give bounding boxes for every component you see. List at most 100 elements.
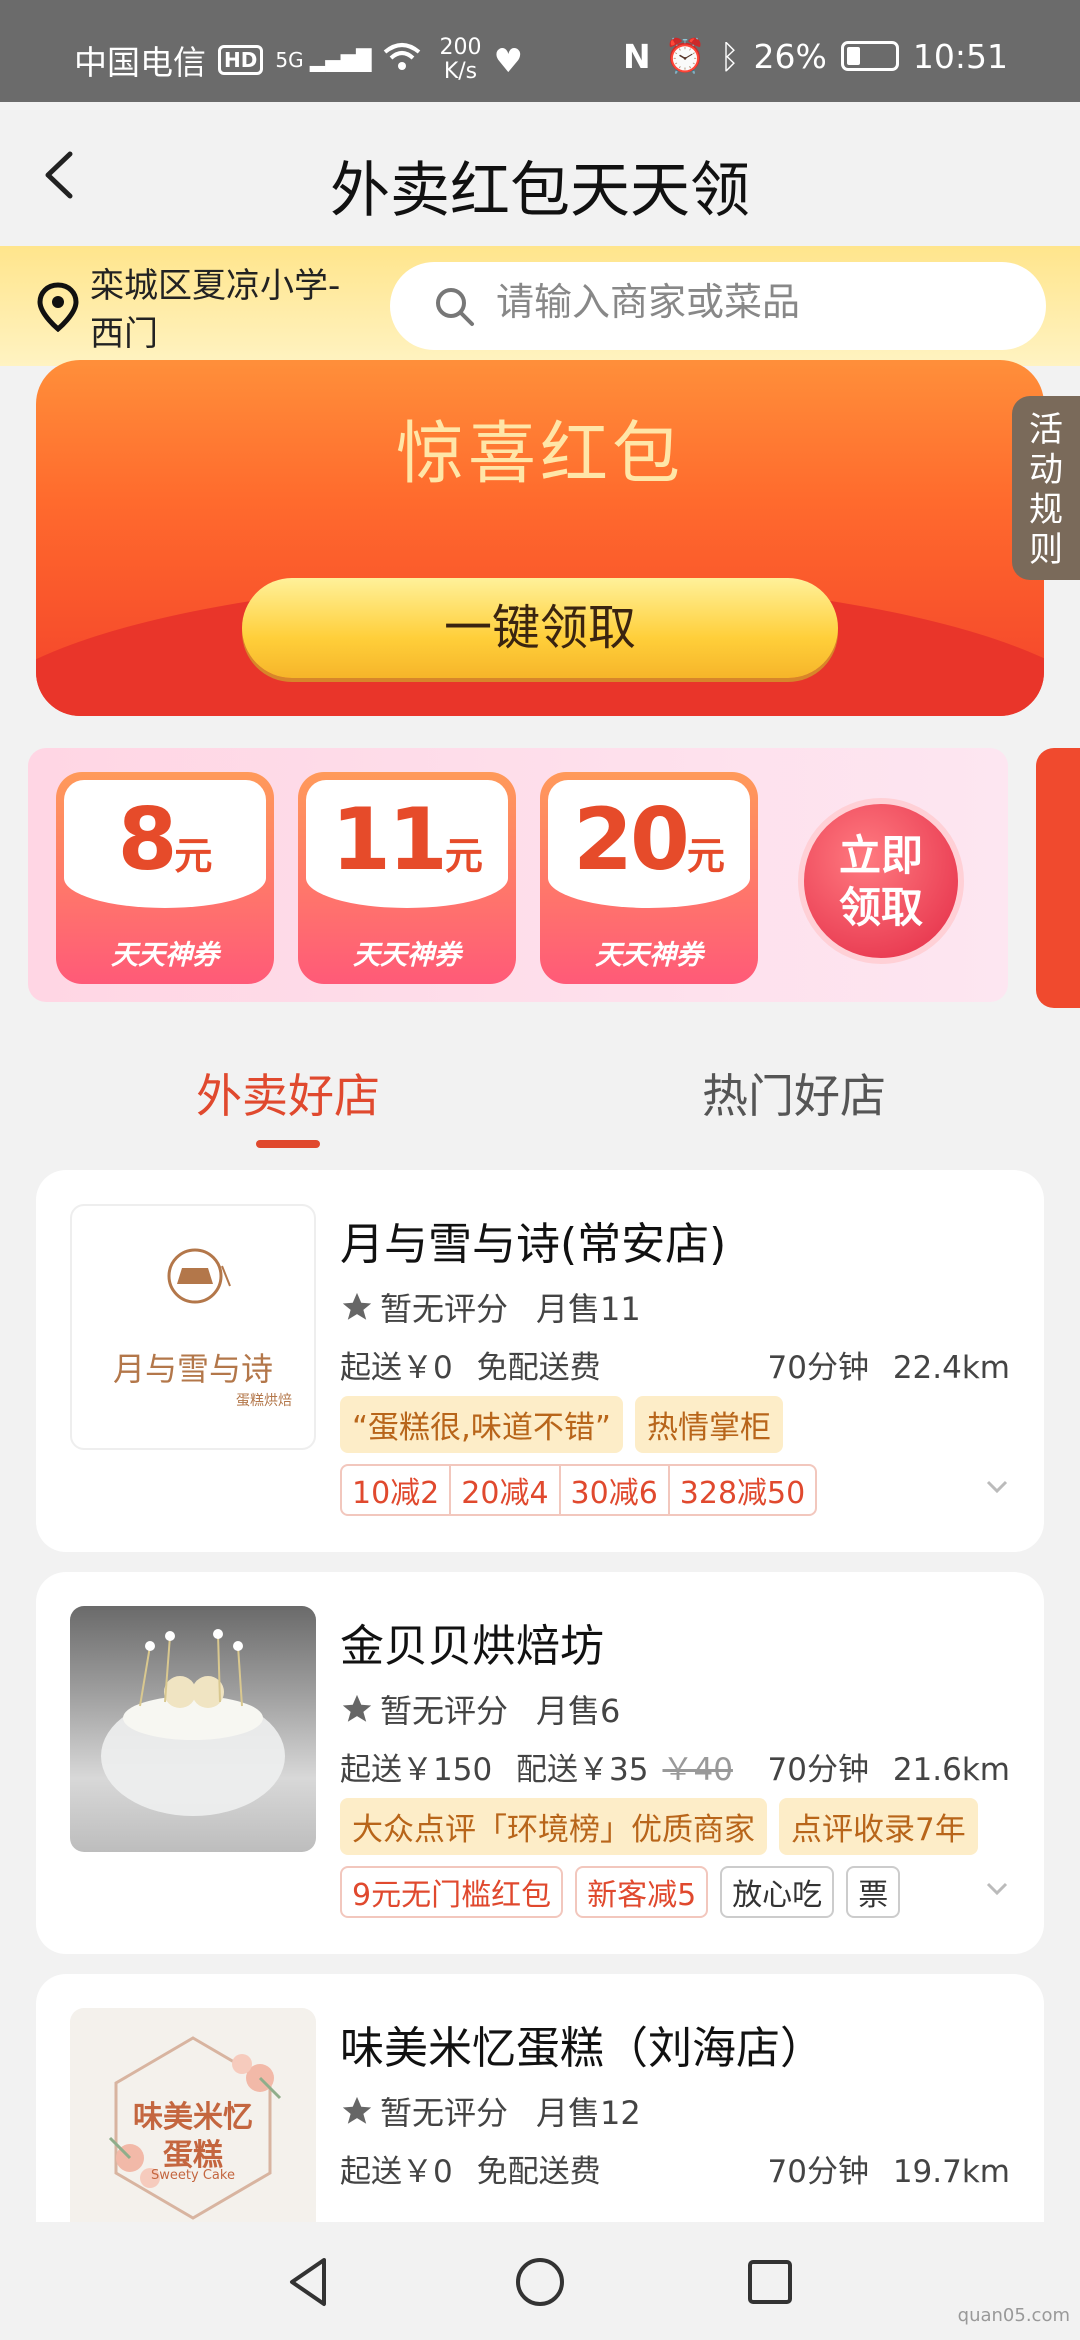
discount-badge: 328减50 <box>679 1476 806 1511</box>
store-tags: “蛋糕很,味道不错” 热情掌柜 <box>340 1396 783 1453</box>
store-tag: “蛋糕很,味道不错” <box>340 1396 623 1453</box>
tab-takeout-stores[interactable]: 外卖好店 <box>196 1060 380 1126</box>
location-pin-icon <box>37 282 79 332</box>
original-delivery-fee: ￥40 <box>662 1752 733 1788</box>
coupon-label: 天天神券 <box>353 940 461 971</box>
time-distance: 70分钟 22.4km <box>754 1342 1011 1387</box>
store-name: 月与雪与诗(常安店) <box>340 1219 727 1270</box>
rating-text: 暂无评分 <box>380 1692 509 1730</box>
store-logo: 月与雪与诗 蛋糕烘焙 <box>70 1204 316 1450</box>
distance: 21.6km <box>892 1752 1010 1788</box>
store-photo <box>70 1606 316 1852</box>
cake-logo-icon <box>167 1248 231 1304</box>
rating-text: 暂无评分 <box>380 1290 509 1328</box>
carrier-name: 中国电信 <box>74 43 206 82</box>
coupon-strip: 8元 天天神券 11元 天天神券 20元 天天神券 立即 领取 <box>28 748 1008 1002</box>
nav-home-icon[interactable] <box>510 2252 570 2312</box>
signal-icon: 5G ▂▄▆█ <box>275 48 372 72</box>
location-address[interactable]: 栾城区夏凉小学-西门 <box>90 262 360 358</box>
tab-hot-stores[interactable]: 热门好店 <box>702 1060 886 1126</box>
nav-recents-icon[interactable] <box>740 2252 800 2312</box>
store-logo-text: 月与雪与诗 <box>112 1350 273 1388</box>
rating-row: 暂无评分 月售6 <box>340 1686 620 1732</box>
coupon-value: 8 <box>117 790 178 890</box>
activity-rules-tab[interactable]: 活动规则 <box>1012 396 1080 580</box>
distance: 19.7km <box>892 2154 1010 2190</box>
cake-photo-icon <box>101 1629 285 1816</box>
coupon-label: 天天神券 <box>595 940 703 971</box>
time-distance: 70分钟 21.6km <box>754 1744 1011 1789</box>
nfc-icon: N <box>623 36 651 76</box>
coupon-unit: 元 <box>174 834 213 878</box>
rating-text: 暂无评分 <box>380 2094 509 2132</box>
redpacket-badge: 9元无门槛红包 <box>340 1866 564 1918</box>
bluetooth-icon: ᛒ <box>719 36 740 76</box>
star-icon <box>342 2096 372 2124</box>
safe-food-badge: 放心吃 <box>720 1866 835 1918</box>
clock: 10:51 <box>912 36 1008 76</box>
one-click-claim-button[interactable]: 一键领取 <box>242 578 838 678</box>
store-logo-subtext: Sweety Cake <box>151 2168 235 2183</box>
nav-back-icon[interactable] <box>280 2252 340 2312</box>
delivery-time: 70分钟 <box>767 1752 869 1788</box>
tab-indicator <box>256 1140 320 1148</box>
discount-badge: 30减6 <box>561 1466 670 1514</box>
battery-icon <box>840 41 899 71</box>
monthly-sales: 月售6 <box>536 1692 621 1730</box>
discount-badge: 10减2 <box>342 1466 452 1514</box>
page-title: 外卖红包天天领 <box>330 156 750 226</box>
store-logo-subtext: 蛋糕烘焙 <box>236 1393 292 1409</box>
battery-percent: 26% <box>753 36 827 76</box>
chevron-down-icon[interactable] <box>980 1470 1014 1504</box>
coupon-value: 20 <box>573 790 690 890</box>
min-order: 起送￥0 <box>340 1350 453 1386</box>
store-logo: 味美米忆 蛋糕 Sweety Cake <box>70 2008 316 2254</box>
chevron-down-icon[interactable] <box>980 1872 1014 1906</box>
discount-badge: 20减4 <box>451 1466 561 1514</box>
alarm-icon: ⏰ <box>664 36 706 75</box>
search-icon <box>436 288 474 326</box>
hd-badge: HD <box>218 45 264 75</box>
location-search-bar: 栾城区夏凉小学-西门 <box>0 246 1080 366</box>
store-card[interactable]: 月与雪与诗 蛋糕烘焙 月与雪与诗(常安店) 暂无评分 月售11 起送￥0 免配送… <box>36 1170 1044 1552</box>
store-card[interactable]: 金贝贝烘焙坊 暂无评分 月售6 起送￥150 配送￥35 ￥40 70分钟 21.… <box>36 1572 1044 1954</box>
monthly-sales: 月售12 <box>536 2094 641 2132</box>
coupon-card[interactable]: 8元 天天神券 <box>56 772 274 984</box>
claim-now-button[interactable]: 立即 领取 <box>798 798 964 964</box>
page-header: 外卖红包天天领 <box>0 102 1080 246</box>
rating-row: 暂无评分 月售12 <box>340 2088 641 2134</box>
distance: 22.4km <box>892 1350 1010 1386</box>
invoice-badge: 票 <box>846 1866 901 1918</box>
min-order: 起送￥150 <box>340 1752 493 1788</box>
network-speed: 200 K/s <box>439 35 482 84</box>
delivery-time: 70分钟 <box>767 1350 869 1386</box>
coupon-card[interactable]: 20元 天天神券 <box>540 772 758 984</box>
status-bar: 中国电信 HD 5G ▂▄▆█ 200 K/s ♥ N ⏰ ᛒ 26% 10:51 <box>0 0 1080 102</box>
search-input[interactable] <box>496 280 1016 324</box>
side-promo-tab[interactable] <box>1036 748 1080 1008</box>
star-icon <box>342 1292 372 1320</box>
min-order: 起送￥0 <box>340 2154 453 2190</box>
coupon-label: 天天神券 <box>111 940 219 971</box>
delivery-fee: 配送￥35 ￥40 <box>516 1752 733 1788</box>
store-name: 金贝贝烘焙坊 <box>340 1621 604 1672</box>
health-icon: ♥ <box>493 40 524 80</box>
store-tag: 大众点评「环境榜」优质商家 <box>340 1798 767 1855</box>
new-customer-badge: 新客减5 <box>575 1866 709 1918</box>
watermark: quan05.com <box>957 2305 1070 2326</box>
search-box[interactable] <box>390 262 1046 350</box>
promo-row: 10减2 20减4 30减6 328减50 <box>340 1464 818 1516</box>
coupon-value: 11 <box>331 790 448 890</box>
store-tags: 大众点评「环境榜」优质商家 点评收录7年 <box>340 1798 978 1855</box>
promo-row: 9元无门槛红包 新客减5 放心吃 票 <box>340 1866 901 1918</box>
store-name: 味美米忆蛋糕（刘海店） <box>340 2023 824 2074</box>
surprise-redpacket-banner: 惊喜红包 一键领取 <box>36 360 1044 716</box>
system-nav-bar: quan05.com <box>0 2222 1080 2340</box>
store-tabs: 外卖好店 热门好店 <box>0 1040 1080 1160</box>
delivery-fee: 免配送费 <box>476 1350 601 1386</box>
delivery-info: 起送￥0 免配送费 <box>340 1342 615 1387</box>
monthly-sales: 月售11 <box>536 1290 641 1328</box>
rating-row: 暂无评分 月售11 <box>340 1284 641 1330</box>
delivery-info: 起送￥150 配送￥35 ￥40 <box>340 1744 761 1789</box>
coupon-card[interactable]: 11元 天天神券 <box>298 772 516 984</box>
